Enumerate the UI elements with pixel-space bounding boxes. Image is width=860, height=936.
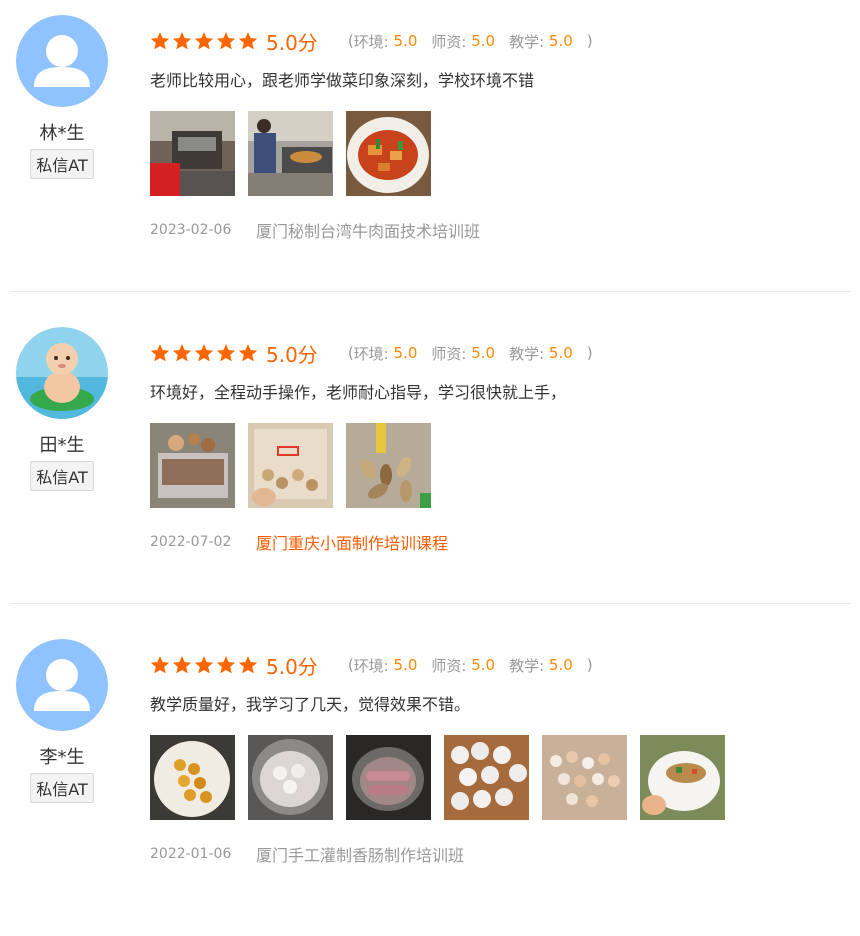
review-date: 2023-02-06 [150, 222, 232, 238]
kitchen-equipment-photo[interactable] [150, 111, 235, 196]
teacher-value: 5.0 [471, 656, 496, 674]
sub-ratings: ( 环境: 5.0 师资: 5.0 教学: 5.0 ) [348, 31, 593, 52]
divider [10, 291, 850, 292]
review-comment: 教学质量好，我学习了几天，觉得效果不错。 [150, 695, 471, 714]
star-icon [216, 32, 236, 50]
teacher-label: 师资: [431, 656, 467, 675]
star-icon [238, 656, 258, 674]
sausages-pot-photo[interactable] [346, 735, 431, 820]
review-item: 李*生 私信AT 5.0分 ( 环境: 5.0 师资: 5.0 教学: 5.0 … [0, 624, 860, 936]
review-photos [150, 735, 850, 820]
env-label: 环境: [353, 32, 389, 51]
star-icon [172, 32, 192, 50]
review-photos [150, 423, 850, 508]
rating-line: 5.0分 ( 环境: 5.0 师资: 5.0 教学: 5.0 ) [150, 24, 850, 58]
reviewer: 李*生 私信AT [16, 639, 108, 803]
review-photos [150, 111, 850, 196]
review-date: 2022-07-02 [150, 534, 232, 550]
rating-line: 5.0分 ( 环境: 5.0 师资: 5.0 教学: 5.0 ) [150, 336, 850, 370]
white-dumplings-bowl-photo[interactable] [248, 735, 333, 820]
review-item: 田*生 私信AT 5.0分 ( 环境: 5.0 师资: 5.0 教学: 5.0 … [0, 312, 860, 624]
stuffed-bun-photo[interactable] [640, 735, 725, 820]
teacher-label: 师资: [431, 32, 467, 51]
fried-balls-photo[interactable] [150, 735, 235, 820]
private-message-button[interactable]: 私信AT [30, 773, 94, 803]
teaching-value: 5.0 [548, 32, 573, 50]
teaching-value: 5.0 [548, 344, 573, 362]
braised-dish-photo[interactable] [346, 111, 431, 196]
review-meta: 2023-02-06 厦门秘制台湾牛肉面技术培训班 [150, 218, 850, 242]
private-message-button[interactable]: 私信AT [30, 149, 94, 179]
teaching-label: 教学: [509, 344, 545, 363]
env-label: 环境: [353, 344, 389, 363]
reviewer-name: 李*生 [39, 747, 85, 768]
star-icon [150, 344, 170, 362]
nuts-bag-photo[interactable] [248, 423, 333, 508]
star-rating [150, 343, 258, 363]
teacher-value: 5.0 [471, 32, 496, 50]
nuts-container-photo[interactable] [150, 423, 235, 508]
divider [10, 603, 850, 604]
baby-photo-avatar[interactable] [16, 327, 108, 419]
star-icon [238, 32, 258, 50]
reviewer-name: 林*生 [39, 123, 85, 144]
star-icon [238, 344, 258, 362]
chef-cooking-photo[interactable] [248, 111, 333, 196]
review-meta: 2022-01-06 厦门手工灌制香肠制作培训班 [150, 842, 850, 866]
overall-score: 5.0分 [266, 654, 318, 679]
reviewer: 林*生 私信AT [16, 15, 108, 179]
overall-score: 5.0分 [266, 30, 318, 55]
env-value: 5.0 [393, 656, 418, 674]
default-user-icon[interactable] [16, 639, 108, 731]
review-date: 2022-01-06 [150, 846, 232, 862]
teaching-value: 5.0 [548, 656, 573, 674]
review-item: 林*生 私信AT 5.0分 ( 环境: 5.0 师资: 5.0 教学: 5.0 … [0, 0, 860, 312]
star-icon [216, 656, 236, 674]
reviewer-name: 田*生 [39, 435, 85, 456]
teaching-label: 教学: [509, 32, 545, 51]
star-rating [150, 655, 258, 675]
teaching-label: 教学: [509, 656, 545, 675]
star-icon [172, 656, 192, 674]
course-link[interactable]: 厦门重庆小面制作培训课程 [256, 530, 448, 554]
sub-ratings: ( 环境: 5.0 师资: 5.0 教学: 5.0 ) [348, 655, 593, 676]
star-icon [172, 344, 192, 362]
review-meta: 2022-07-02 厦门重庆小面制作培训课程 [150, 530, 850, 554]
star-icon [216, 344, 236, 362]
overall-score: 5.0分 [266, 342, 318, 367]
star-icon [194, 32, 214, 50]
mixed-balls-photo[interactable] [542, 735, 627, 820]
course-link[interactable]: 厦门秘制台湾牛肉面技术培训班 [256, 218, 480, 242]
sub-ratings-close: ) [586, 344, 593, 362]
env-value: 5.0 [393, 344, 418, 362]
star-icon [150, 32, 170, 50]
default-user-icon[interactable] [16, 15, 108, 107]
sub-ratings-close: ) [586, 32, 593, 50]
review-comment: 环境好，全程动手操作，老师耐心指导，学习很快就上手， [150, 383, 567, 402]
teacher-value: 5.0 [471, 344, 496, 362]
env-value: 5.0 [393, 32, 418, 50]
rating-line: 5.0分 ( 环境: 5.0 师资: 5.0 教学: 5.0 ) [150, 648, 850, 682]
reviewer: 田*生 私信AT [16, 327, 108, 491]
white-balls-tray-photo[interactable] [444, 735, 529, 820]
course-link[interactable]: 厦门手工灌制香肠制作培训班 [256, 842, 464, 866]
review-comment: 老师比较用心，跟老师学做菜印象深刻，学校环境不错 [150, 71, 535, 90]
star-icon [194, 344, 214, 362]
teacher-label: 师资: [431, 344, 467, 363]
private-message-button[interactable]: 私信AT [30, 461, 94, 491]
star-rating [150, 31, 258, 51]
star-icon [150, 656, 170, 674]
sub-ratings-close: ) [586, 656, 593, 674]
star-icon [194, 656, 214, 674]
env-label: 环境: [353, 656, 389, 675]
seeds-spoon-photo[interactable] [346, 423, 431, 508]
sub-ratings: ( 环境: 5.0 师资: 5.0 教学: 5.0 ) [348, 343, 593, 364]
